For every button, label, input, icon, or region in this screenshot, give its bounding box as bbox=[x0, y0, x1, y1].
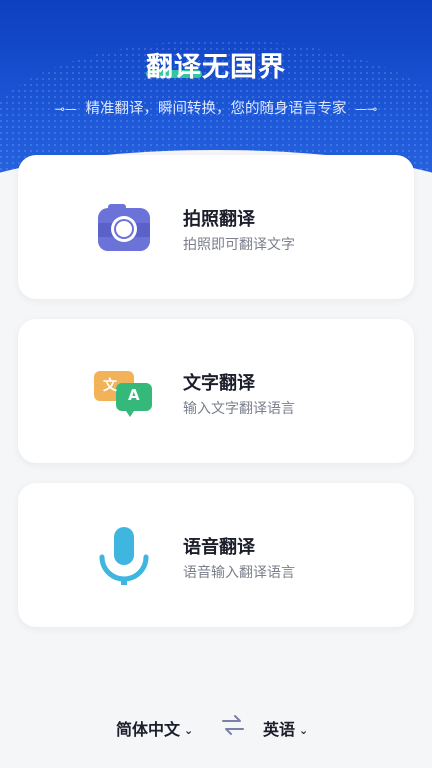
subtitle-text: 精准翻译，瞬间转换，您的随身语言专家 bbox=[85, 101, 347, 117]
page-title: 翻译无国界 bbox=[146, 52, 286, 83]
camera-icon bbox=[94, 199, 154, 259]
card-desc: 拍照即可翻译文字 bbox=[183, 237, 295, 253]
language-bar: 简体中文 ⌄ 英语 ⌄ bbox=[0, 712, 432, 742]
text-translate-icon: 文 A bbox=[94, 365, 154, 425]
badge-wen: 文 bbox=[103, 378, 117, 394]
page-subtitle: ⊸— 精准翻译，瞬间转换，您的随身语言专家 —⊸ bbox=[0, 97, 432, 118]
photo-translate-card[interactable]: 拍照翻译 拍照即可翻译文字 bbox=[18, 155, 414, 299]
source-language-label: 简体中文 bbox=[116, 720, 181, 739]
text-translate-card[interactable]: 文 A 文字翻译 输入文字翻译语言 bbox=[18, 319, 414, 463]
card-title: 文字翻译 bbox=[183, 373, 255, 394]
swap-icon bbox=[222, 715, 244, 735]
source-language-select[interactable]: 简体中文 ⌄ bbox=[116, 716, 193, 740]
dash-right: —⊸ bbox=[355, 102, 378, 116]
target-language-select[interactable]: 英语 ⌄ bbox=[263, 716, 308, 740]
swap-languages-button[interactable] bbox=[220, 714, 246, 736]
card-title: 语音翻译 bbox=[183, 537, 255, 558]
chevron-down-icon: ⌄ bbox=[299, 724, 309, 737]
card-title: 拍照翻译 bbox=[183, 209, 255, 230]
dash-left: ⊸— bbox=[54, 102, 77, 116]
card-desc: 语音输入翻译语言 bbox=[183, 565, 295, 581]
microphone-icon bbox=[94, 527, 154, 587]
voice-translate-card[interactable]: 语音翻译 语音输入翻译语言 bbox=[18, 483, 414, 627]
badge-a: A bbox=[128, 386, 140, 404]
target-language-label: 英语 bbox=[263, 720, 296, 739]
card-desc: 输入文字翻译语言 bbox=[183, 401, 295, 417]
chevron-down-icon: ⌄ bbox=[184, 724, 194, 737]
